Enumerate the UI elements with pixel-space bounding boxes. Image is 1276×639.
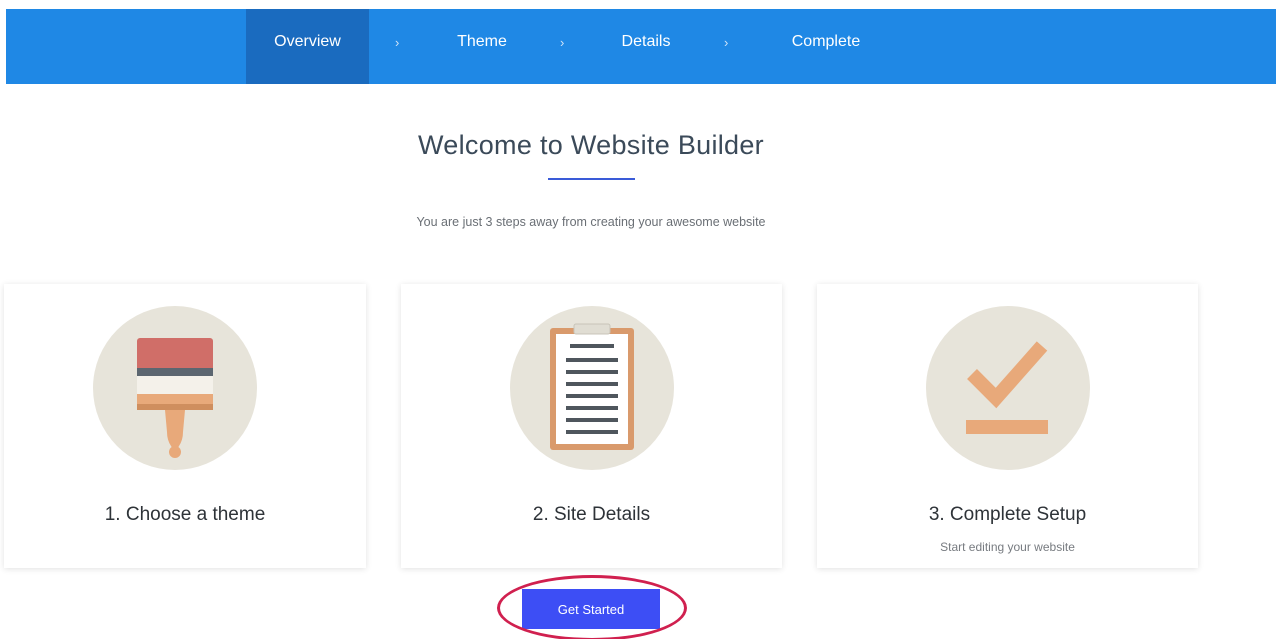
nav-step-details[interactable]: Details: [606, 9, 686, 84]
page-title: Welcome to Website Builder: [418, 130, 764, 160]
card-description: Start editing your website: [940, 540, 1075, 554]
nav-step-theme[interactable]: Theme: [442, 9, 522, 84]
card-title: 3. Complete Setup: [928, 504, 1087, 525]
checkmark-icon: [926, 306, 1090, 470]
website-builder-page: Overview › Theme › Details › Complete We…: [0, 0, 1276, 639]
nav-step-complete[interactable]: Complete: [776, 9, 876, 84]
card-title: 2. Site Details: [532, 504, 651, 525]
card-title: 1. Choose a theme: [104, 504, 266, 525]
title-underline: [548, 178, 635, 180]
paint-brush-icon: [93, 306, 257, 470]
clipboard-icon: [510, 306, 674, 470]
nav-separator-icon: ›: [395, 35, 400, 50]
step-card-theme: 1. Choose a theme: [4, 284, 366, 568]
step-card-complete: 3. Complete Setup Start editing your web…: [817, 284, 1198, 568]
nav-step-overview[interactable]: Overview: [246, 9, 369, 84]
page-subtitle: You are just 3 steps away from creating …: [416, 215, 766, 229]
nav-separator-icon: ›: [560, 35, 565, 50]
get-started-button[interactable]: Get Started: [522, 589, 660, 629]
step-card-details: 2. Site Details: [401, 284, 782, 568]
wizard-nav: Overview › Theme › Details › Complete: [6, 9, 1276, 84]
nav-separator-icon: ›: [724, 35, 729, 50]
